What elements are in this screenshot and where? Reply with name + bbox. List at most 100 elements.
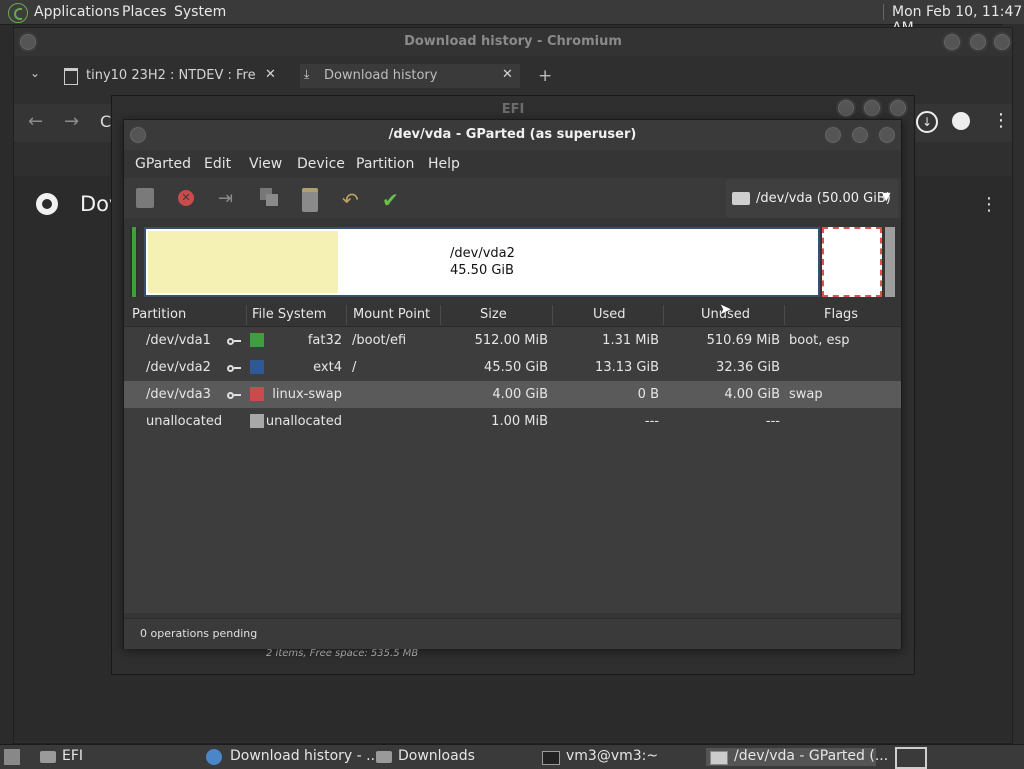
task-efi[interactable]: EFI [36,748,196,766]
cell-used: 1.31 MiB [602,333,659,348]
tab-tiny10[interactable]: tiny10 23H2 : NTDEV : Free D ✕ [62,64,284,88]
col-file-system[interactable]: File System [252,307,326,322]
device-selector[interactable]: /dev/vda (50.00 GiB) ▼ [726,180,898,218]
copy-icon[interactable] [260,188,282,210]
table-row[interactable]: /dev/vda1 fat32/boot/efi 512.00 MiB 1.31 Mi… [124,327,901,354]
minimize-icon[interactable] [942,32,962,52]
menu-view[interactable]: View [249,156,282,172]
column-divider [663,305,664,325]
task-label: vm3@vm3:~ [566,748,659,764]
status-bar: 0 operations pending [124,618,901,649]
paste-icon[interactable] [302,188,324,212]
close-icon[interactable] [992,32,1012,52]
apply-icon[interactable]: ✔ [382,188,404,212]
new-partition-icon[interactable] [136,188,158,210]
table-header: Partition File System Mount Point Size U… [124,303,901,327]
table-row[interactable]: /dev/vda3 linux-swap 4.00 GiB 0 B 4.00 GiB sw… [124,381,901,408]
forward-icon[interactable]: → [64,111,79,132]
gparted-icon [710,751,728,765]
menu-gparted[interactable]: GParted [135,156,191,172]
menu-edit[interactable]: Edit [204,156,231,172]
profile-icon[interactable] [952,112,970,130]
folder-icon [40,751,56,763]
workspace-switcher[interactable] [895,747,927,769]
back-icon[interactable]: ← [28,111,43,132]
page-menu-icon[interactable]: ⋮ [980,194,998,215]
mate-logo-icon[interactable] [8,3,28,23]
cell-flags: swap [789,387,823,402]
menu-places[interactable]: Places [122,4,167,20]
top-panel: Applications Places System Mon Feb 10, 1… [0,0,1024,36]
gparted-title: /dev/vda - GParted (as superuser) [388,127,637,142]
cell-size: 1.00 MiB [491,414,548,429]
undo-icon[interactable]: ↶ [342,188,364,212]
menu-system[interactable]: System [174,4,226,20]
filesystem-color-swatch [250,333,264,347]
tab-close-icon[interactable]: ✕ [265,67,276,82]
efi-maximize-icon[interactable] [862,98,882,118]
cell-partition: /dev/vda3 [146,387,211,402]
downloads-icon[interactable]: ↓ [916,111,938,133]
partition-table: Partition File System Mount Point Size U… [124,303,901,613]
col-mount-point[interactable]: Mount Point [353,307,430,322]
resize-move-icon[interactable]: ⇥ [218,188,240,210]
cell-used: --- [644,414,659,429]
col-flags[interactable]: Flags [824,307,858,322]
table-row[interactable]: unallocated unallocated 1.00 MiB --- --- [124,408,901,435]
harddisk-icon [732,192,750,205]
partition-segment-unallocated[interactable] [885,227,895,297]
tab-download-history[interactable]: ⤓ Download history ✕ [300,64,520,88]
cell-mount-point: / [352,360,357,375]
download-icon: ⤓ [304,67,310,81]
column-divider [440,305,441,325]
cell-filesystem: linux-swap [272,387,342,402]
key-icon [227,388,241,400]
column-divider [246,305,247,325]
cell-unused: 4.00 GiB [724,387,780,402]
new-tab-button[interactable]: + [538,66,552,86]
maximize-icon[interactable] [968,32,988,52]
efi-minimize-icon[interactable] [836,98,856,118]
partition-segment-vda3[interactable] [822,227,882,297]
vda2-name: /dev/vda2 [450,246,515,261]
task-downloads[interactable]: Downloads [372,748,532,766]
tab-search-icon[interactable]: ⌄ [30,66,40,80]
task-chromium[interactable]: Download history - ... [204,748,380,766]
maximize-icon[interactable] [850,125,870,145]
column-divider [552,305,553,325]
cell-partition: /dev/vda2 [146,360,211,375]
menu-device[interactable]: Device [297,156,345,172]
table-row[interactable]: /dev/vda2 ext4 / 45.50 GiB 13.13 GiB 32.36 Gi… [124,354,901,381]
tab-close-icon[interactable]: ✕ [502,67,513,82]
chrome-logo-icon [36,193,58,215]
cell-filesystem: ext4 [313,360,342,375]
key-icon [227,361,241,373]
cell-used: 13.13 GiB [595,360,659,375]
more-menu-icon[interactable]: ⋮ [992,110,1010,131]
col-partition[interactable]: Partition [132,307,186,322]
show-desktop-icon[interactable] [4,749,20,765]
tab-label: tiny10 23H2 : NTDEV : Free D [86,68,256,83]
minimize-icon[interactable] [823,125,843,145]
col-size[interactable]: Size [480,307,507,322]
menu-partition[interactable]: Partition [356,156,414,172]
close-icon[interactable] [877,125,897,145]
partition-segment-vda2[interactable]: /dev/vda2 45.50 GiB [144,227,820,297]
folder-icon [376,751,392,763]
col-used[interactable]: Used [593,307,626,322]
delete-icon[interactable]: ✕ [178,188,200,210]
menu-applications[interactable]: Applications [34,4,120,20]
cell-size: 4.00 GiB [492,387,548,402]
efi-close-icon[interactable] [888,98,908,118]
column-divider [346,305,347,325]
task-gparted[interactable]: /dev/vda - GParted (... [706,748,888,766]
cell-size: 512.00 MiB [474,333,548,348]
gparted-titlebar[interactable]: /dev/vda - GParted (as superuser) [124,120,901,150]
menu-help[interactable]: Help [428,156,460,172]
task-terminal[interactable]: vm3@vm3:~ [540,748,700,766]
partition-segment-vda1[interactable] [130,227,138,297]
device-label: /dev/vda (50.00 GiB) [756,191,891,206]
chromium-titlebar[interactable]: Download history - Chromium [14,28,1012,56]
archive-icon [64,68,78,85]
omnibox-text[interactable]: C [100,112,111,131]
